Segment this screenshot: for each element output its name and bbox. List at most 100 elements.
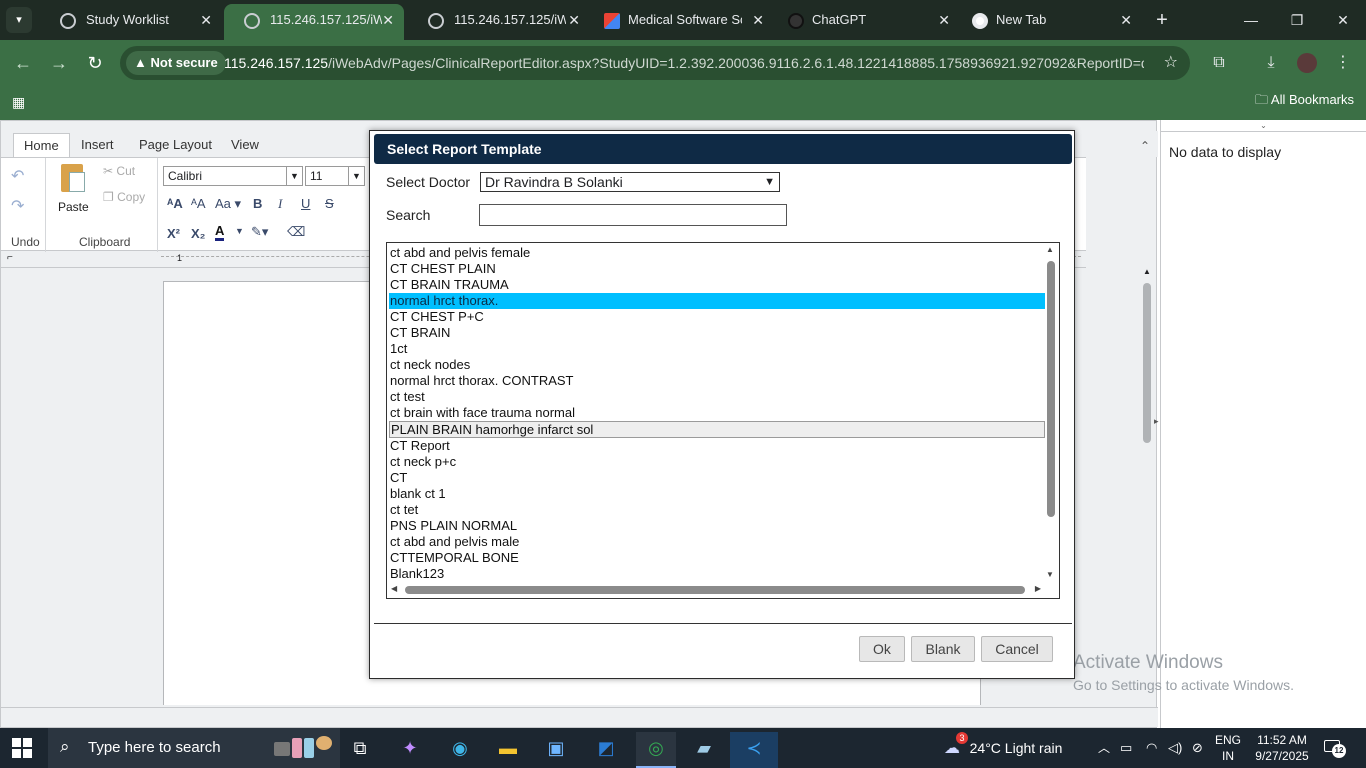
italic-icon[interactable]: I [278, 196, 282, 212]
close-icon[interactable]: ✕ [1120, 4, 1132, 36]
template-listbox[interactable]: ct abd and pelvis female CT CHEST PLAIN CT… [386, 242, 1060, 599]
all-bookmarks-button[interactable]: 🗀 All Bookmarks [1255, 86, 1354, 114]
template-option[interactable]: CT BRAIN TRAUMA [389, 277, 1045, 293]
template-option[interactable]: ct neck p+c [389, 454, 1045, 470]
subscript-icon[interactable]: X₂ [191, 226, 205, 241]
template-option[interactable]: PNS PLAIN NORMAL [389, 518, 1045, 534]
minimize-icon[interactable]: — [1228, 4, 1274, 36]
wifi-icon[interactable]: ◠ [1146, 728, 1157, 768]
grow-font-icon[interactable]: ᴬA [167, 196, 183, 211]
notification-center[interactable]: 12 [1324, 738, 1346, 758]
font-size-select[interactable]: 11 ▼ [305, 166, 365, 186]
copilot-icon[interactable]: ✦ [390, 732, 430, 768]
extensions-icon[interactable]: ⧉ [1204, 48, 1234, 78]
panel-splitter-icon[interactable]: ▸ [1154, 416, 1159, 427]
profile-avatar[interactable] [1292, 48, 1322, 78]
security-chip[interactable]: ▲ Not secure [126, 51, 226, 75]
template-search-input[interactable] [479, 204, 787, 226]
new-tab-button[interactable]: + [1150, 6, 1174, 34]
tab-home[interactable]: Home [13, 133, 70, 157]
template-option[interactable]: ct abd and pelvis female [389, 245, 1045, 261]
font-name-select[interactable]: Calibri ▼ [163, 166, 303, 186]
url-text[interactable]: 115.246.157.125/iWebAdv/Pages/ClinicalRe… [224, 46, 1144, 80]
chevron-down-icon[interactable]: ▼ [286, 167, 302, 185]
chevron-down-icon[interactable]: ▼ [235, 226, 244, 236]
tray-chevron-up-icon[interactable]: ︿ [1098, 728, 1110, 768]
blank-button[interactable]: Blank [911, 636, 975, 662]
template-option[interactable]: CTTEMPORAL BONE [389, 550, 1045, 566]
template-option[interactable]: ct abd and pelvis male [389, 534, 1045, 550]
store-icon[interactable]: ▣ [536, 732, 576, 768]
template-option[interactable]: CT [389, 470, 1045, 486]
task-view-icon[interactable]: ⧉ [340, 732, 380, 768]
tab-chatgpt[interactable]: ChatGPT ✕ [776, 4, 960, 40]
change-case-icon[interactable]: Aa ▾ [215, 196, 241, 212]
weather-widget[interactable]: ☁ 3 24°C Light rain [944, 728, 1062, 768]
redo-icon[interactable]: ↷ [11, 196, 24, 216]
taskbar-search-box[interactable]: ⌕ Type here to search [48, 728, 340, 768]
edge-icon[interactable]: ◉ [440, 732, 480, 768]
paste-icon[interactable] [59, 162, 89, 194]
template-option[interactable]: normal hrct thorax. CONTRAST [389, 373, 1045, 389]
tab-stop-icon[interactable]: ⌐ [7, 252, 13, 263]
copy-button[interactable]: ❐ Copy [103, 190, 145, 204]
template-option[interactable]: ct test [389, 389, 1045, 405]
tab-gmail[interactable]: Medical Software Scr ✕ [592, 4, 774, 40]
template-option[interactable]: normal hrct thorax. [389, 293, 1045, 309]
font-color-icon[interactable]: A [215, 224, 225, 241]
tab-iweb-2[interactable]: 115.246.157.125/iWeb ✕ [408, 4, 590, 40]
system-clock[interactable]: 11:52 AM 9/27/2025 [1252, 732, 1312, 764]
listbox-horizontal-scrollbar[interactable]: ◀ ▶ [389, 584, 1041, 596]
ok-button[interactable]: Ok [859, 636, 905, 662]
template-option[interactable]: blank ct 1 [389, 486, 1045, 502]
template-option[interactable]: Blank123 [389, 566, 1045, 582]
scroll-up-icon[interactable]: ▲ [1046, 245, 1054, 254]
collapse-ribbon-icon[interactable]: ⌃ [1140, 139, 1150, 153]
close-icon[interactable]: ✕ [938, 4, 950, 36]
template-option[interactable]: ct brain with face trauma normal [389, 405, 1045, 421]
doctor-select[interactable]: Dr Ravindra B Solanki ▼ [480, 172, 780, 192]
bookmark-star-icon[interactable]: ☆ [1164, 46, 1178, 80]
close-icon[interactable]: ✕ [382, 4, 394, 36]
tab-search-chevron-icon[interactable]: ▾ [6, 7, 32, 33]
tab-new-tab[interactable]: New Tab ✕ [962, 4, 1142, 40]
bold-icon[interactable]: B [253, 196, 262, 211]
scroll-right-icon[interactable]: ▶ [1035, 584, 1041, 593]
apps-grid-icon[interactable]: ▦ [12, 94, 25, 111]
template-option[interactable]: CT BRAIN [389, 325, 1045, 341]
restore-icon[interactable]: ❐ [1274, 4, 1320, 36]
download-icon[interactable]: ⤓ [1256, 48, 1286, 78]
cut-button[interactable]: ✂ Cut [103, 164, 135, 178]
window-close-icon[interactable]: ✕ [1320, 4, 1366, 36]
battery-icon[interactable]: ▭ [1120, 728, 1132, 768]
outlook-icon[interactable]: ◩ [586, 732, 626, 768]
clear-format-icon[interactable]: ⌫ [287, 224, 305, 240]
back-arrow-icon[interactable]: ← [8, 48, 38, 78]
scroll-down-icon[interactable]: ▼ [1046, 570, 1054, 579]
tab-study-worklist[interactable]: Study Worklist ✕ [40, 4, 222, 40]
chevron-down-icon[interactable]: ▼ [348, 167, 364, 185]
menu-kebab-icon[interactable]: ⋮ [1328, 48, 1358, 78]
windows-start-icon[interactable] [12, 738, 32, 758]
chrome-taskbar-icon[interactable]: ◎ [636, 732, 676, 768]
collapse-panel-icon[interactable]: ⌄ [1161, 120, 1366, 132]
forward-arrow-icon[interactable]: → [44, 48, 74, 78]
close-icon[interactable]: ✕ [568, 4, 580, 36]
reload-icon[interactable]: ↻ [80, 48, 110, 78]
superscript-icon[interactable]: X² [167, 226, 180, 241]
template-option[interactable]: CT CHEST PLAIN [389, 261, 1045, 277]
underline-icon[interactable]: U [301, 196, 310, 211]
address-bar[interactable]: ▲ Not secure 115.246.157.125/iWebAdv/Pag… [120, 46, 1190, 80]
network-off-icon[interactable]: ⊘ [1192, 728, 1203, 768]
listbox-vertical-scrollbar[interactable]: ▲ ▼ [1045, 245, 1057, 579]
template-option[interactable]: CT CHEST P+C [389, 309, 1045, 325]
tab-insert[interactable]: Insert [71, 133, 124, 157]
tab-view[interactable]: View [221, 133, 269, 157]
template-option[interactable]: ct tet [389, 502, 1045, 518]
paste-button[interactable]: Paste [58, 200, 89, 214]
scroll-up-icon[interactable]: ▲ [1143, 267, 1151, 276]
template-option[interactable]: CT Report [389, 438, 1045, 454]
volume-icon[interactable]: ◁) [1168, 728, 1182, 768]
tab-report-editor[interactable]: 115.246.157.125/iWeb ✕ [224, 4, 404, 40]
language-indicator[interactable]: ENG IN [1208, 732, 1248, 764]
